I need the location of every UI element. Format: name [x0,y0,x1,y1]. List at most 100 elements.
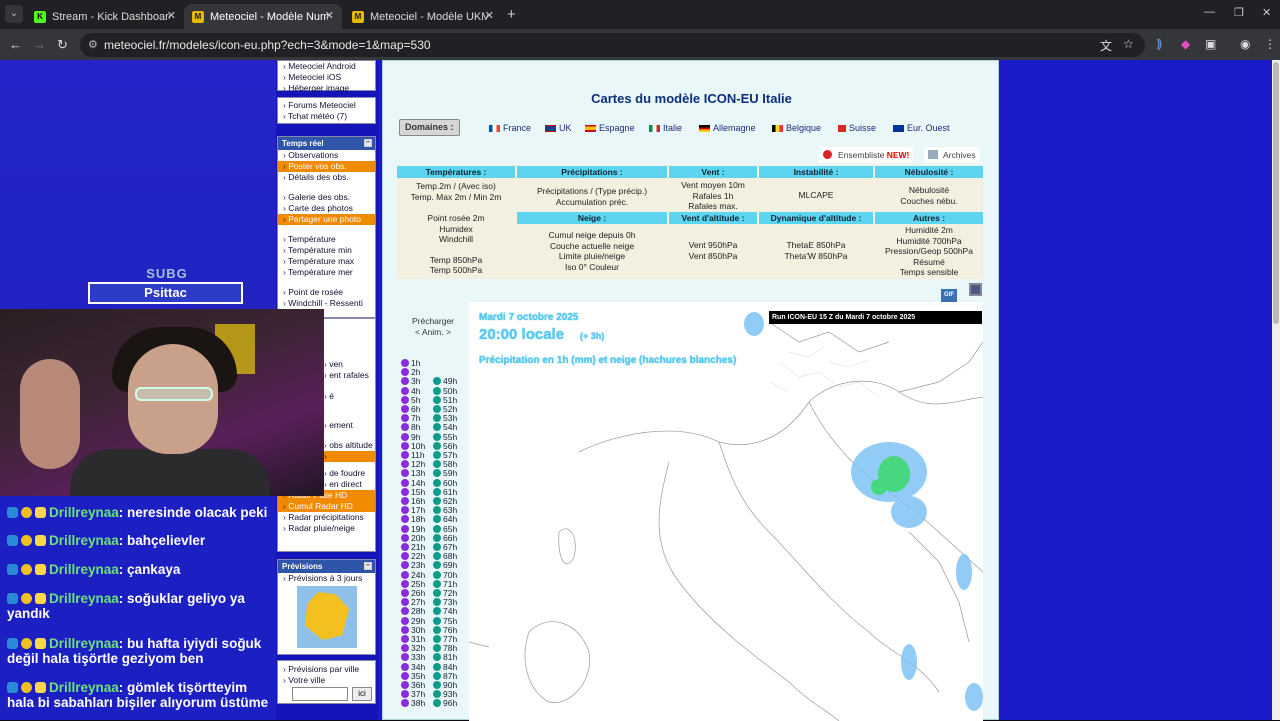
domain-espagne[interactable]: Espagne [585,123,635,133]
param-couches-nebu[interactable]: Couches nébu. [875,196,983,207]
param-nebulosite[interactable]: Nébulosité [875,185,983,196]
sidebar-item-heberger[interactable]: Héberger image [278,83,375,94]
sidebar-item-tchat[interactable]: Tchat météo (7) [278,111,375,122]
chat-username[interactable]: Drillreynaa [49,680,119,695]
param-temp2m[interactable]: Temp.2m / (Avec iso) [397,181,515,192]
ici-button[interactable]: ici [352,687,372,701]
chat-username[interactable]: Drillreynaa [49,636,119,651]
param-point-rosee[interactable]: Point rosée 2m [397,213,515,224]
scrollbar[interactable] [1272,60,1280,720]
domains-button[interactable]: Domaines : [399,119,460,136]
chat-username[interactable]: Drillreynaa [49,562,119,577]
site-info-icon[interactable]: ⚙ [88,38,98,51]
sidebar-item-votre-ville[interactable]: Votre ville [278,675,375,686]
sidebar-item-android[interactable]: Meteociel Android [278,61,375,72]
sidebar-item-cumul-radar-hd[interactable]: Cumul Radar HD [278,501,375,512]
param-humidite-700[interactable]: Humidité 700hPa [875,236,983,247]
param-vent-moyen[interactable]: Vent moyen 10m [669,180,757,191]
menu-icon[interactable]: ⋮ [1264,37,1276,51]
minimize-icon[interactable]: — [1204,6,1215,18]
param-vent-850[interactable]: Vent 850hPa [669,251,757,262]
param-vent-950[interactable]: Vent 950hPa [669,240,757,251]
profile-icon[interactable]: ◉ [1240,37,1250,51]
extension-icon[interactable]: ◆ [1181,37,1190,51]
forward-icon[interactable]: → [33,37,46,52]
sidebar-item-radar-precip[interactable]: Radar précipitations [278,512,375,523]
window-close-icon[interactable]: ✕ [1262,6,1271,19]
tab-meteociel-ukmo[interactable]: M Meteociel - Modèle UKMO pou ✕ [344,4,502,29]
param-humidite-2m[interactable]: Humidité 2m [875,225,983,236]
sidebar-item-forums[interactable]: Forums Meteociel [278,100,375,111]
france-forecast-map[interactable] [297,586,357,648]
param-thetae[interactable]: ThetaE 850hPa [759,240,873,251]
sidebar-item-previsions-ville[interactable]: Prévisions par ville [278,664,375,675]
param-couche-neige[interactable]: Couche actuelle neige [517,241,667,252]
weather-map[interactable]: Run ICON-EU 15 Z du Mardi 7 octobre 2025… [469,302,983,721]
param-iso0[interactable]: Iso 0° Couleur [517,262,667,273]
sidebar-item-windchill[interactable]: Windchill - Ressenti [278,298,375,309]
param-mlcape[interactable]: MLCAPE [759,190,873,201]
save-icon[interactable] [969,283,982,296]
domain-suisse[interactable]: Suisse [838,123,876,133]
precharger-link[interactable]: Précharger [407,316,459,327]
address-bar[interactable]: ⚙ meteociel.fr/modeles/icon-eu.php?ech=3… [80,33,1145,57]
param-resume[interactable]: Résumé [875,257,983,268]
ville-input[interactable] [292,687,348,701]
sidebar-item-carte-photos[interactable]: Carte des photos [278,203,375,214]
scrollbar-thumb[interactable] [1273,62,1279,324]
tab-kick[interactable]: K Stream - Kick Dashboard ✕ [26,4,184,29]
domain-belgique[interactable]: Belgique [772,123,821,133]
param-cumul-neige[interactable]: Cumul neige depuis 0h [517,230,667,241]
sidebar-item-poster-obs[interactable]: Poster vos obs. [278,161,375,172]
param-temp-max-min[interactable]: Temp. Max 2m / Min 2m [397,192,515,203]
param-temps-sensible[interactable]: Temps sensible [875,267,983,278]
hour-link[interactable]: 38h [401,699,425,708]
reload-icon[interactable]: ↻ [57,37,68,53]
anim-link[interactable]: < Anim. > [407,327,459,338]
collapse-icon[interactable]: – [364,562,372,570]
param-precipitations[interactable]: Précipitations / (Type précip.) [517,186,667,197]
bookmark-star-icon[interactable]: ☆ [1123,37,1134,51]
domain-france[interactable]: France [489,123,531,133]
archives-link[interactable]: Archives [924,147,980,163]
param-accumulation[interactable]: Accumulation préc. [517,197,667,208]
close-icon[interactable]: ✕ [485,9,494,22]
sidebar-item-temp-max[interactable]: Température max [278,256,375,267]
param-thetaw[interactable]: Theta'W 850hPa [759,251,873,262]
sidebar-item-galerie[interactable]: Galerie des obs. [278,192,375,203]
sidebar-item-temp-min[interactable]: Température min [278,245,375,256]
back-icon[interactable]: ← [9,37,22,52]
chat-username[interactable]: Drillreynaa [49,591,119,606]
param-humidex[interactable]: Humidex [397,224,515,235]
sidebar-item-details-obs[interactable]: Détails des obs. [278,172,375,183]
param-windchill[interactable]: Windchill [397,234,515,245]
hour-link[interactable]: 96h [433,699,457,708]
maximize-icon[interactable]: ❐ [1234,6,1244,19]
gif-icon[interactable]: GIF [941,289,957,302]
translate-icon[interactable]: 文 [1100,37,1112,54]
close-icon[interactable]: ✕ [325,9,334,22]
domain-eur-ouest[interactable]: Eur. Ouest [893,123,950,133]
domain-uk[interactable]: UK [545,123,572,133]
sidebar-item-previsions-3j[interactable]: Prévisions à 3 jours [278,573,375,584]
extensions-puzzle-icon[interactable]: ▣ [1205,37,1216,51]
param-temp-850[interactable]: Temp 850hPa [397,255,515,266]
sidebar-item-point-rosee[interactable]: Point de rosée [278,287,375,298]
extension-icon[interactable]: ⟫ [1156,37,1163,51]
chat-username[interactable]: Drillreynaa [49,505,119,520]
param-limite-pluie-neige[interactable]: Limite pluie/neige [517,251,667,262]
sidebar-item-ios[interactable]: Meteociel iOS [278,72,375,83]
sidebar-item-temperature[interactable]: Température [278,234,375,245]
sidebar-item-temp-mer[interactable]: Température mer [278,267,375,278]
tab-search-icon[interactable]: ⌄ [5,5,23,23]
param-rafales-1h[interactable]: Rafales 1h [669,191,757,202]
sidebar-item-radar-pluie-neige[interactable]: Radar pluie/neige [278,523,375,534]
new-tab-button[interactable]: + [507,6,516,23]
sidebar-item-observations[interactable]: Observations [278,150,375,161]
sidebar-item-partager-photo[interactable]: Partager une photo [278,214,375,225]
domain-allemagne[interactable]: Allemagne [699,123,756,133]
ensembliste-link[interactable]: Ensembliste NEW! [819,147,914,163]
collapse-icon[interactable]: – [364,139,372,147]
chat-username[interactable]: Drillreynaa [49,533,119,548]
param-temp-500[interactable]: Temp 500hPa [397,265,515,276]
